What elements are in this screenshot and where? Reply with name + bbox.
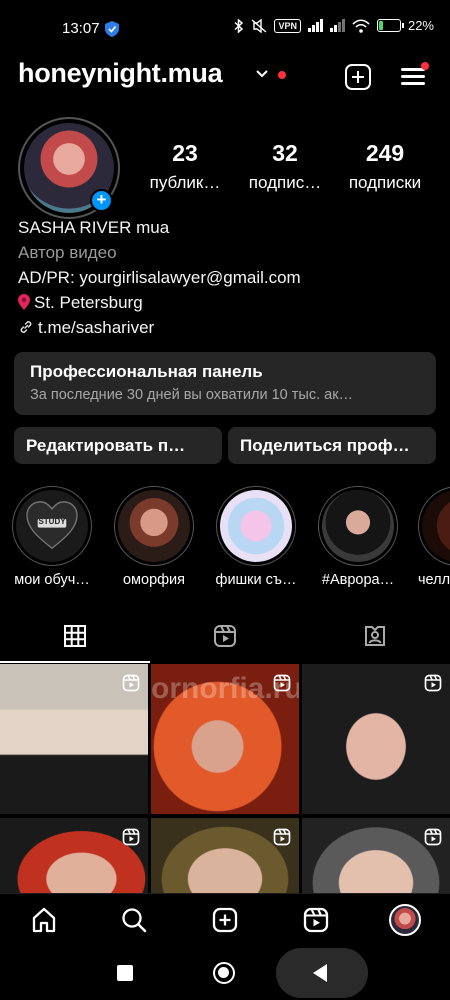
highlight-item[interactable]: фишки съ…: [214, 486, 298, 588]
chevron-down-icon[interactable]: [256, 68, 268, 80]
account-switcher[interactable]: honeynight.mua: [18, 58, 223, 89]
highlight-label: оморфия: [122, 572, 186, 588]
post-thumbnail[interactable]: [151, 817, 299, 894]
tab-reels[interactable]: [150, 610, 300, 663]
profile-avatar-nav[interactable]: [389, 904, 421, 936]
battery-icon: [376, 19, 404, 32]
highlight-cover: [220, 490, 292, 562]
stat-followers-count: 32: [272, 140, 298, 166]
profile-name: SASHA RIVER mua: [18, 218, 170, 237]
profile-category: Автор видео: [18, 243, 117, 262]
posts-grid: ornorfia.ru: [0, 664, 450, 894]
signal-icon: [307, 19, 323, 32]
profile-link[interactable]: t.me/sashariver: [38, 318, 154, 337]
reel-badge-icon: [424, 674, 442, 692]
stat-following[interactable]: 249 подписки: [335, 140, 435, 193]
tab-grid[interactable]: [0, 610, 150, 663]
bottom-navigation: [0, 893, 450, 945]
stat-posts-label: публик…: [149, 173, 221, 192]
post-thumbnail[interactable]: ornorfia.ru: [151, 664, 299, 814]
menu-notification-dot: [421, 62, 429, 70]
post-thumbnail[interactable]: [0, 817, 148, 894]
status-bar: 13:07 VPN 22%: [0, 0, 450, 58]
mute-icon: [251, 18, 267, 33]
back-button[interactable]: [313, 964, 327, 982]
highlight-item[interactable]: челл: [418, 486, 450, 588]
profile-tabs: [0, 610, 450, 663]
highlight-cover-text: STUDY: [38, 517, 66, 526]
profile-header: honeynight.mua: [0, 56, 450, 96]
signal-icon: [329, 19, 345, 32]
profile-location-row: St. Petersburg: [18, 290, 438, 315]
professional-dashboard[interactable]: Профессиональная панель За последние 30 …: [14, 352, 436, 415]
highlight-label: мои обуч…: [14, 572, 90, 588]
reel-badge-icon: [424, 828, 442, 845]
stat-following-label: подписки: [348, 173, 422, 192]
add-post-icon[interactable]: [345, 64, 371, 90]
status-time: 13:07: [62, 20, 100, 37]
post-thumbnail[interactable]: [0, 664, 148, 814]
account-notification-dot: [278, 71, 286, 79]
vpn-badge: VPN: [274, 18, 301, 33]
highlight-cover: [422, 490, 450, 562]
profile-location: St. Petersburg: [34, 293, 143, 312]
profile-bio: SASHA RIVER mua Автор видео AD/PR: yourg…: [18, 215, 438, 340]
add-story-icon[interactable]: +: [90, 189, 113, 212]
system-navigation: [0, 945, 450, 1000]
grid-icon: [64, 625, 86, 647]
tagged-icon: [365, 626, 385, 646]
highlight-cover: [322, 490, 394, 562]
search-icon[interactable]: [120, 906, 148, 934]
reel-badge-icon: [122, 828, 140, 845]
highlight-item[interactable]: #Аврора…: [316, 486, 400, 588]
stat-followers[interactable]: 32 подпис…: [235, 140, 335, 193]
battery-percent: 22%: [407, 18, 434, 33]
reels-icon: [214, 625, 236, 647]
highlight-item[interactable]: оморфия: [112, 486, 196, 588]
pro-panel-subtitle: За последние 30 дней вы охватили 10 тыс.…: [30, 387, 354, 403]
profile-contact[interactable]: AD/PR: yourgirlisalawyer@gmail.com: [18, 265, 438, 290]
share-profile-button[interactable]: Поделиться проф…: [228, 427, 436, 464]
stat-posts[interactable]: 23 публик…: [135, 140, 235, 193]
home-button[interactable]: [213, 962, 235, 984]
tab-tagged[interactable]: [300, 610, 450, 663]
recents-button[interactable]: [117, 965, 133, 981]
shield-icon: [105, 21, 119, 37]
highlight-cover: [118, 490, 190, 562]
status-icons: VPN 22%: [234, 18, 434, 33]
edit-profile-button[interactable]: Редактировать п…: [14, 427, 222, 464]
highlight-label: фишки съ…: [215, 572, 297, 588]
stat-followers-label: подпис…: [248, 173, 322, 192]
create-icon[interactable]: [211, 906, 239, 934]
stat-posts-count: 23: [172, 140, 198, 166]
highlight-label: #Аврора…: [321, 572, 395, 588]
highlight-label: челл: [418, 572, 450, 588]
link-icon: [20, 321, 32, 333]
watermark: ornorfia.ru: [151, 672, 299, 705]
pro-panel-title: Профессиональная панель: [30, 362, 263, 381]
wifi-icon: [352, 18, 370, 33]
stat-following-count: 249: [365, 140, 405, 166]
home-icon[interactable]: [30, 906, 58, 934]
post-thumbnail[interactable]: [302, 817, 450, 894]
reel-badge-icon: [122, 674, 140, 692]
profile-link-row[interactable]: t.me/sashariver: [18, 315, 438, 340]
location-pin-icon: [18, 294, 30, 310]
reel-badge-icon: [273, 828, 291, 845]
highlight-item[interactable]: STUDY мои обуч…: [10, 486, 94, 588]
reels-icon[interactable]: [302, 906, 330, 934]
highlight-cover: STUDY: [16, 490, 88, 562]
bluetooth-icon: [234, 18, 244, 33]
post-thumbnail[interactable]: [302, 664, 450, 814]
